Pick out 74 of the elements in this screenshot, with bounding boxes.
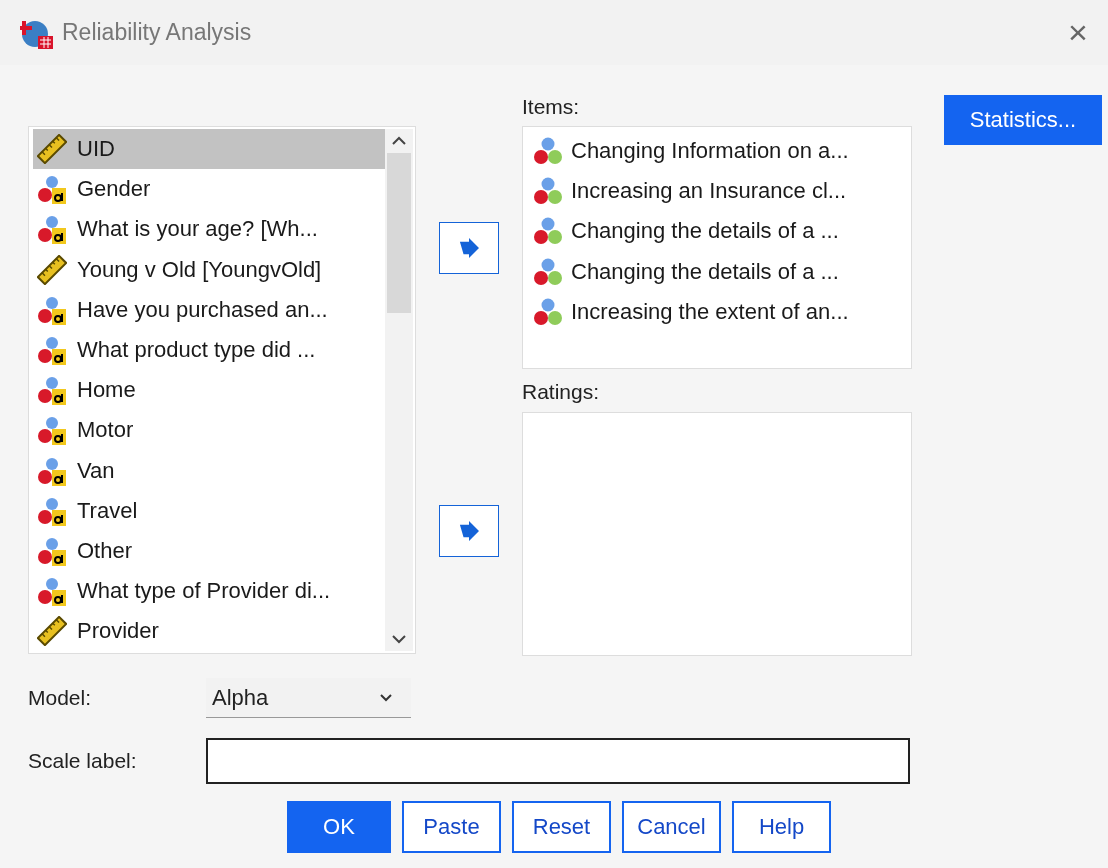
circles-letter-icon: [37, 214, 67, 245]
circles-letter-icon: [37, 576, 67, 607]
dialog-button[interactable]: OK: [287, 801, 391, 853]
scale-label-label: Scale label:: [28, 749, 138, 773]
variable-label: Travel: [77, 497, 138, 524]
item-entry[interactable]: Increasing the extent of an...: [529, 291, 911, 332]
variable-label: What product type did ...: [77, 337, 316, 364]
circles-letter-icon: [37, 294, 67, 325]
circles-letter-icon: [37, 415, 67, 446]
variable-item[interactable]: Provider: [33, 611, 385, 651]
item-entry[interactable]: Changing the details of a ...: [529, 251, 911, 292]
item-entry[interactable]: Increasing an Insurance cl...: [529, 171, 911, 212]
scrollbar[interactable]: [385, 129, 413, 651]
circles-icon: [533, 136, 563, 167]
circles-letter-icon: [37, 335, 67, 366]
variable-item[interactable]: Young v Old [YoungvOld]: [33, 249, 385, 290]
chevron-down-icon: [379, 692, 393, 703]
circles-icon: [533, 176, 563, 207]
statistics-button[interactable]: Statistics...: [944, 95, 1102, 145]
variable-item[interactable]: Travel: [33, 490, 385, 531]
move-button[interactable]: [439, 222, 499, 274]
variable-label: What is your age? [Wh...: [77, 216, 318, 243]
item-label: Increasing the extent of an...: [571, 298, 849, 325]
variable-label: Have you purchased an...: [77, 296, 328, 323]
variable-label: Other: [77, 537, 133, 564]
variable-label: Motor: [77, 417, 134, 444]
model-label: Model:: [28, 686, 93, 710]
variable-item[interactable]: What is your age? [Wh...: [33, 209, 385, 250]
arrow-right-icon: [458, 238, 480, 258]
variable-item[interactable]: UID: [33, 129, 385, 170]
item-label: Changing the details of a ...: [571, 258, 839, 285]
circles-letter-icon: [37, 455, 67, 486]
item-label: Changing the details of a ...: [571, 218, 839, 245]
variable-label: Young v Old [YoungvOld]: [77, 256, 322, 283]
variable-item[interactable]: Van: [33, 450, 385, 491]
items-list[interactable]: Changing Information on a... Increasing an Insurance cl... Changing the details of a ... Changing the details of a ... Increasing the extent of an...: [522, 126, 912, 369]
variable-item[interactable]: Motor: [33, 410, 385, 451]
circles-letter-icon: [37, 495, 67, 526]
variable-label: Home: [77, 377, 136, 404]
move-button[interactable]: [439, 505, 499, 557]
variable-item[interactable]: Gender: [33, 169, 385, 210]
scroll-thumb[interactable]: [387, 153, 411, 313]
variable-label: Gender: [77, 176, 151, 203]
dialog-button[interactable]: Reset: [512, 801, 611, 853]
variable-item[interactable]: Home: [33, 370, 385, 411]
variable-label: What type of Provider di...: [77, 578, 331, 605]
item-label: Changing Information on a...: [571, 138, 849, 165]
dialog-button[interactable]: Cancel: [622, 801, 721, 853]
circles-icon: [533, 256, 563, 287]
dialog-button[interactable]: Help: [732, 801, 831, 853]
variable-item[interactable]: Have you purchased an...: [33, 289, 385, 330]
variable-label: Van: [77, 457, 115, 484]
variable-label: UID: [77, 136, 115, 163]
circles-icon: [533, 296, 563, 327]
variable-item[interactable]: What type of Provider di...: [33, 571, 385, 612]
circles-letter-icon: [37, 375, 67, 406]
item-entry[interactable]: Changing Information on a...: [529, 131, 911, 172]
variable-item[interactable]: What product type did ...: [33, 329, 385, 371]
window-title: Reliability Analysis: [62, 19, 253, 46]
circles-icon: [533, 216, 563, 247]
scale-label-field[interactable]: [206, 738, 910, 784]
dialog-button[interactable]: Paste: [402, 801, 501, 853]
scroll-down-icon[interactable]: [389, 633, 409, 645]
ratings-label: Ratings:: [522, 380, 601, 405]
item-entry[interactable]: Changing the details of a ...: [529, 211, 911, 252]
variable-label: Provider: [77, 618, 159, 645]
item-label: Increasing an Insurance cl...: [571, 178, 847, 205]
variable-list[interactable]: UID Gender What is your age? [Wh... Young v Old [YoungvOld] Have you purchased an... What product type did ... Home Motor Van Travel Other What type of Provider di... Provider: [28, 126, 416, 654]
items-label: Items:: [522, 95, 581, 120]
close-button[interactable]: ×: [1048, 12, 1108, 53]
circles-letter-icon: [37, 174, 67, 205]
arrow-right-icon: [458, 521, 480, 541]
variable-item[interactable]: Other: [33, 530, 385, 572]
circles-letter-icon: [37, 535, 67, 566]
